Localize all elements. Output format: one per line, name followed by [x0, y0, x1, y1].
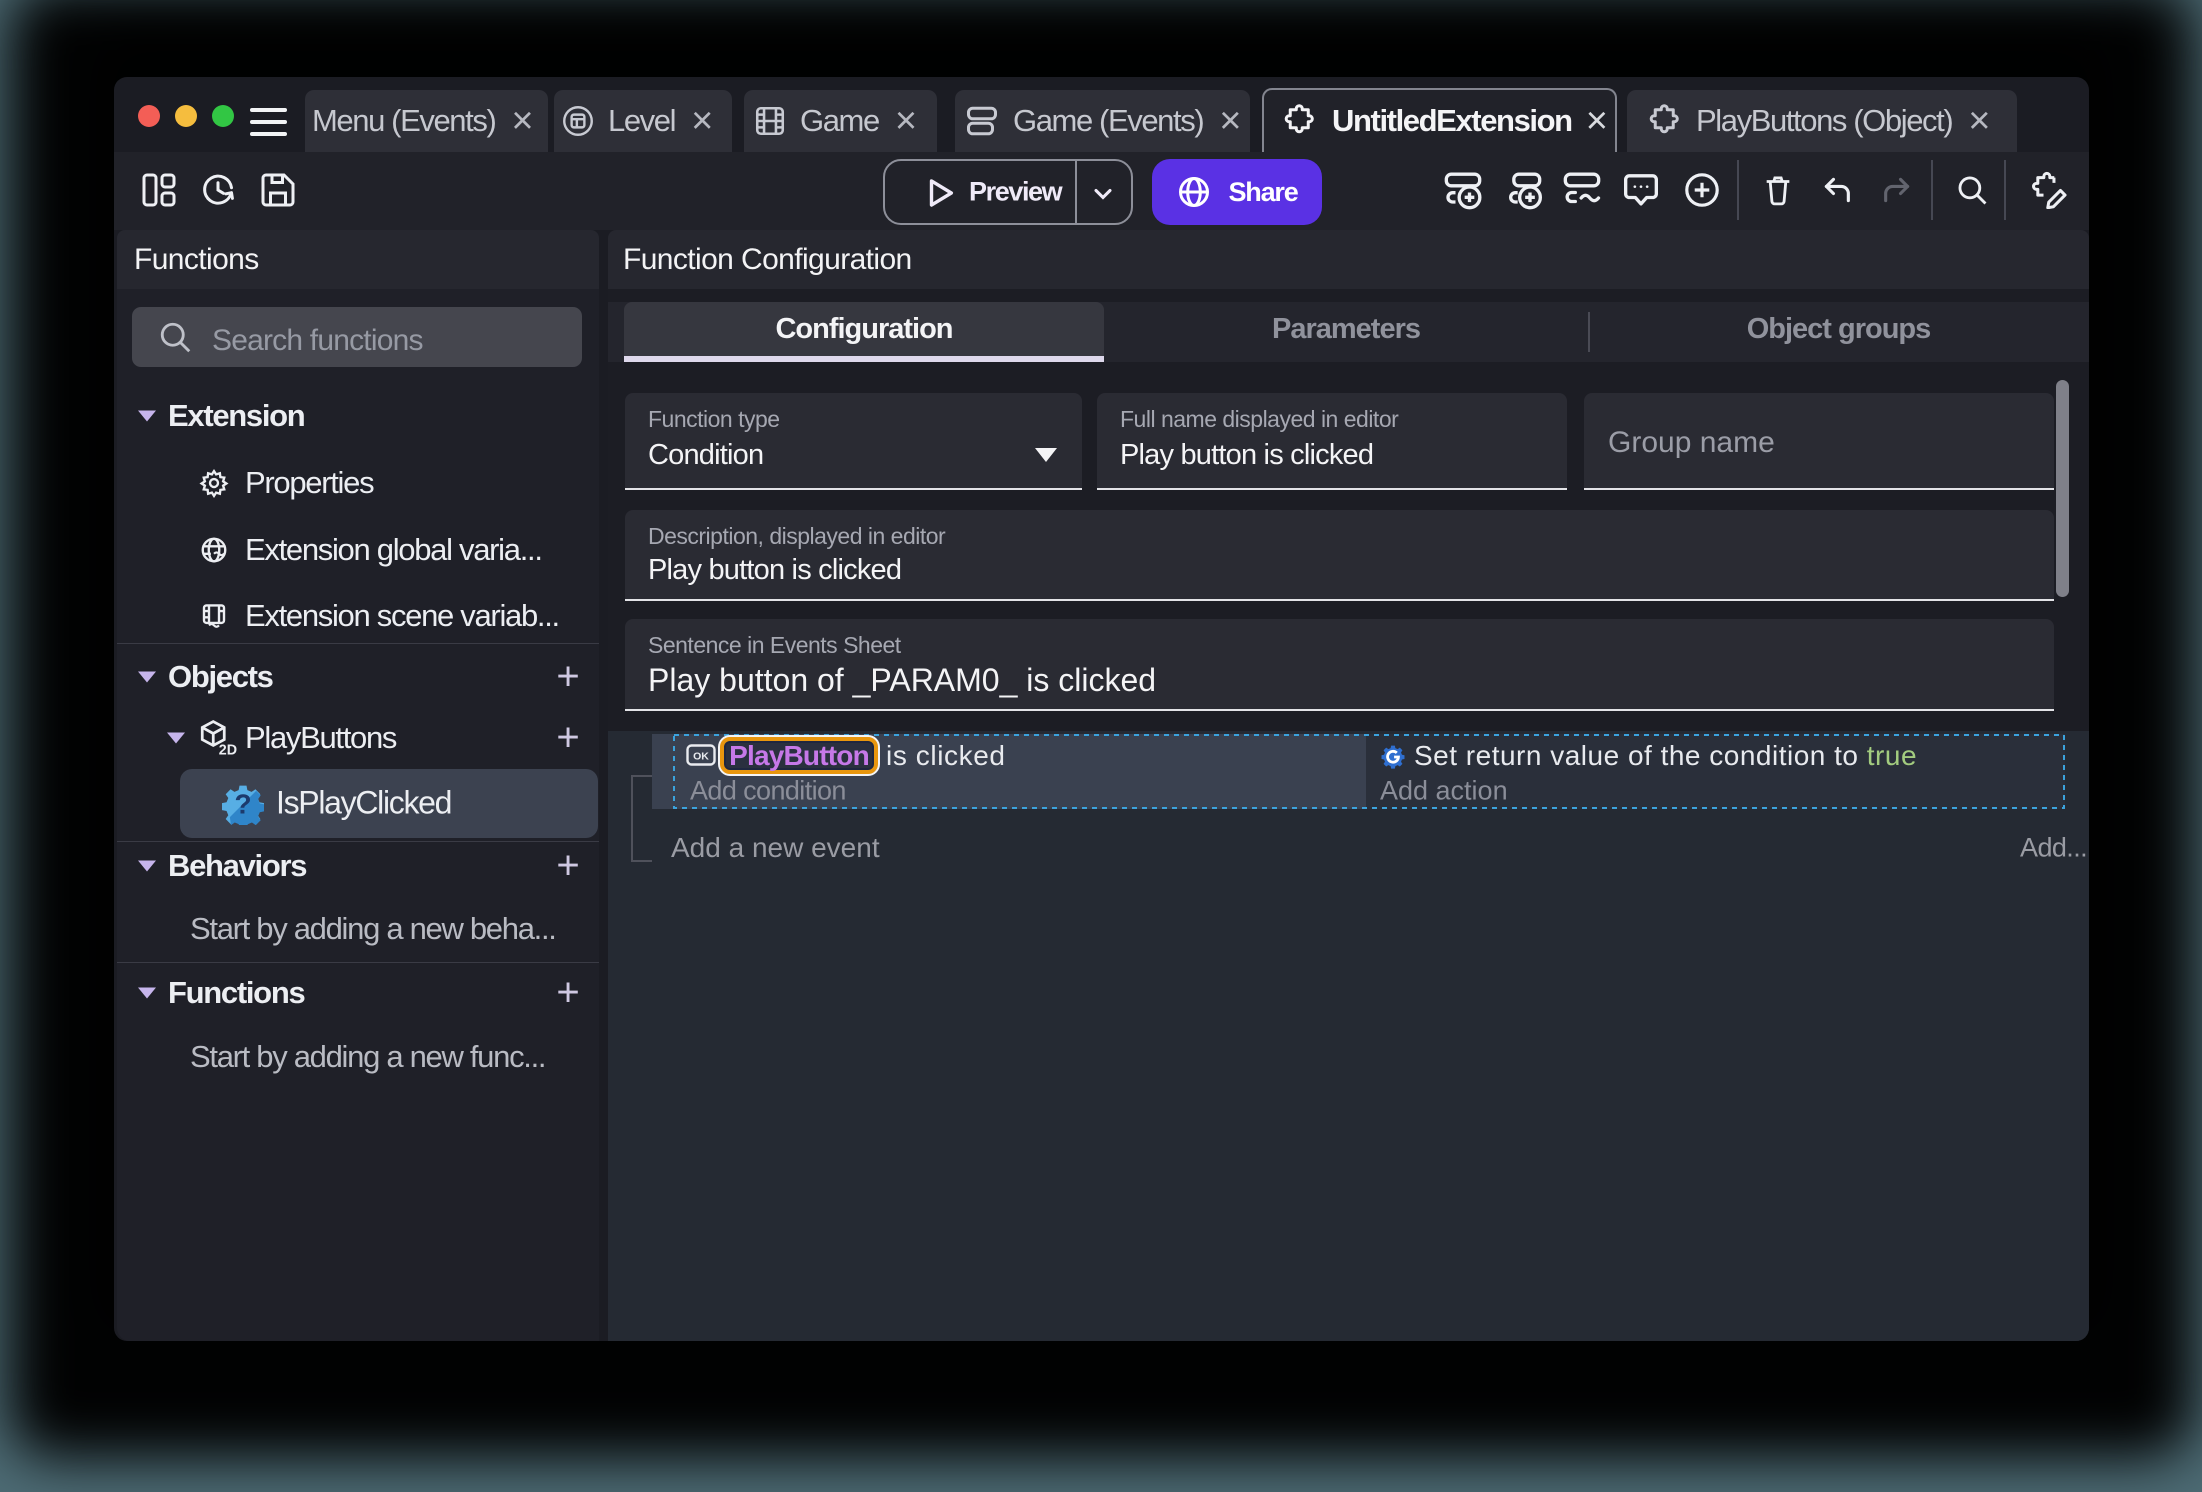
svg-text:?: ?: [234, 789, 251, 820]
svg-text:OK: OK: [693, 751, 709, 763]
svg-text:2D: 2D: [219, 743, 237, 759]
